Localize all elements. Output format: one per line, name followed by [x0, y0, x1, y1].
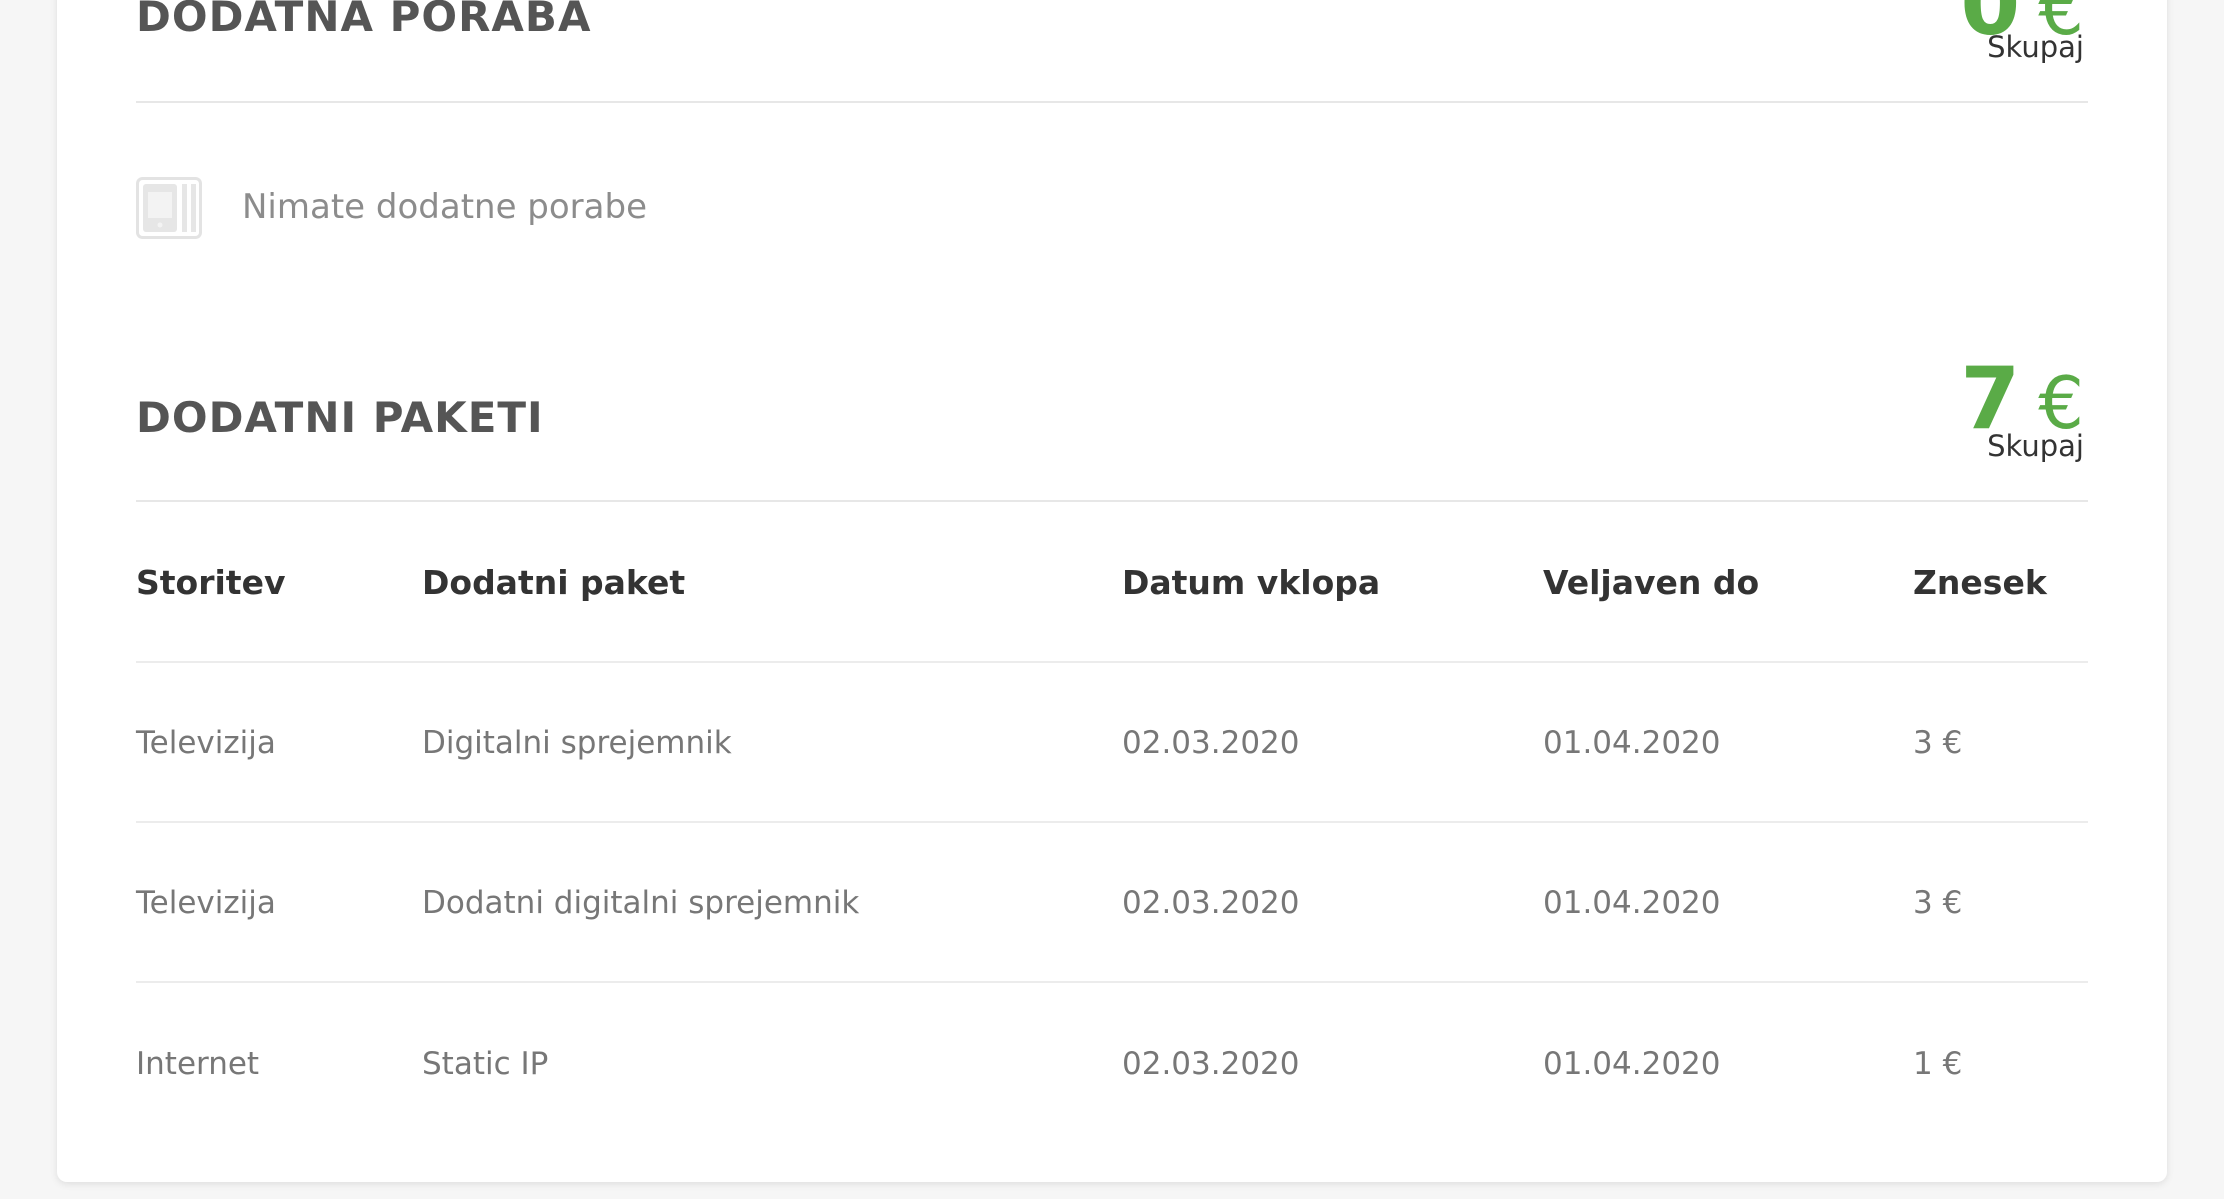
- cell-valid-until: 01.04.2020: [1543, 885, 1721, 921]
- phone-icon: [136, 177, 202, 239]
- cell-valid-until: 01.04.2020: [1543, 725, 1721, 761]
- extra-usage-total-label: Skupaj: [1987, 30, 2084, 64]
- cell-activation-date: 02.03.2020: [1122, 885, 1300, 921]
- cell-valid-until: 01.04.2020: [1543, 1046, 1721, 1082]
- cell-service: Internet: [136, 1046, 260, 1082]
- extra-usage-title: DODATNA PORABA: [136, 0, 592, 41]
- column-header-valid-until: Veljaven do: [1543, 563, 1760, 602]
- extra-usage-divider: [136, 101, 2088, 103]
- cell-package: Static IP: [422, 1046, 549, 1082]
- cell-service: Televizija: [136, 885, 276, 921]
- extra-packages-title: DODATNI PAKETI: [136, 393, 544, 442]
- extra-packages-total-label: Skupaj: [1987, 429, 2084, 463]
- cell-amount: 1 €: [1913, 1046, 1963, 1082]
- column-header-package: Dodatni paket: [422, 563, 686, 602]
- column-header-activation-date: Datum vklopa: [1122, 563, 1381, 602]
- column-header-service: Storitev: [136, 563, 286, 602]
- empty-usage-message: Nimate dodatne porabe: [242, 187, 647, 227]
- cell-amount: 3 €: [1913, 725, 1963, 761]
- cell-activation-date: 02.03.2020: [1122, 725, 1300, 761]
- row-divider: [136, 661, 2088, 663]
- column-header-amount: Znesek: [1913, 563, 2047, 602]
- row-divider: [136, 981, 2088, 983]
- cell-package: Dodatni digitalni sprejemnik: [422, 885, 860, 921]
- cell-activation-date: 02.03.2020: [1122, 1046, 1300, 1082]
- cell-service: Televizija: [136, 725, 276, 761]
- extra-packages-divider: [136, 500, 2088, 502]
- row-divider: [136, 821, 2088, 823]
- cell-package: Digitalni sprejemnik: [422, 725, 732, 761]
- billing-card: [57, 0, 2167, 1182]
- cell-amount: 3 €: [1913, 885, 1963, 921]
